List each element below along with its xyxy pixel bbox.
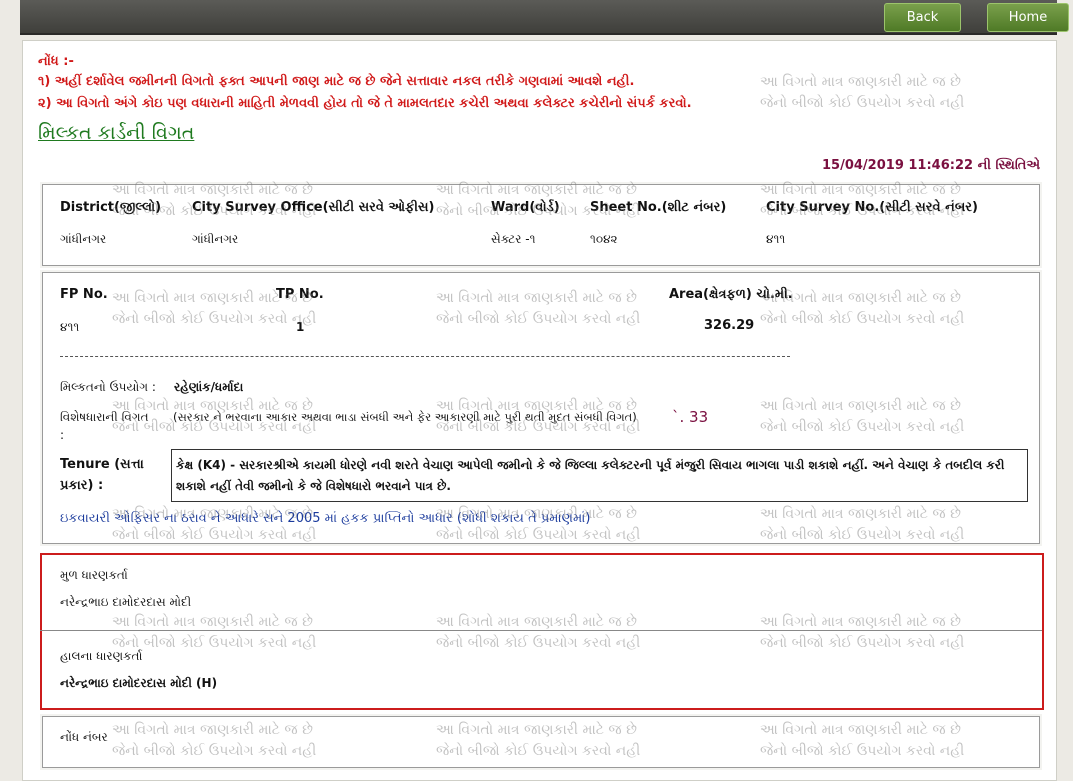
usage-label: મિલ્કતનો ઉપયોગ : (60, 380, 156, 394)
tenure-box: કેક્ષ (K4) - સરકારશ્રીએ કાયમી ધોરણે નવી … (171, 449, 1028, 502)
top-toolbar: Back Home (20, 0, 1069, 35)
fp-label: FP No. (60, 287, 108, 302)
special-colon: : (60, 428, 65, 442)
tp-label: TP No. (276, 287, 324, 302)
location-box (42, 184, 1040, 266)
special-label: વિશેષધારાની વિગત (60, 410, 149, 424)
status-timestamp: 15/04/2019 11:46:22 ની સ્થિતિએ (822, 158, 1041, 173)
notice-line-2: ૨) આ વિગતો અંગે કોઇ પણ વધારાની માહિતી મે… (38, 96, 692, 111)
home-button[interactable]: Home (987, 3, 1069, 32)
area-label: Area(ક્ષેત્રફળ) ચો.મી. (669, 287, 793, 302)
divider (60, 356, 790, 357)
notice-line-1: ૧) અહીં દર્શાવેલ જમીનની વિગતો ફક્ત આપની … (38, 74, 635, 89)
holders-divider (40, 630, 1042, 631)
page-title: મિલ્કત કાર્ડની વિગત (38, 122, 195, 144)
tp-value: 1 (296, 320, 305, 334)
district-value: ગાંધીનગર (60, 232, 107, 246)
usage-value: રહેણાંક/ધર્માદા (174, 380, 244, 394)
sheet-label: Sheet No.(શીટ નંબર) (590, 200, 727, 215)
back-button[interactable]: Back (884, 3, 961, 32)
fp-value: ૪૧૧ (60, 320, 80, 334)
current-holder-label: હાલના ધારણકર્તા (60, 649, 143, 663)
tenure-label-line-1: Tenure (સત્તા (60, 457, 144, 472)
rights-basis-link[interactable]: ઇકવાયરી ઓફિસર ના ઠરાવ ને આધારે સને 2005 … (60, 511, 590, 526)
tenure-text: કેક્ષ (K4) - સરકારશ્રીએ કાયમી ધોરણે નવી … (176, 458, 1005, 493)
notice-heading: નોંધ :- (38, 54, 74, 69)
city-survey-no-label: City Survey No.(સીટી સરવે નંબર) (766, 200, 978, 215)
city-survey-no-value: ૪૧૧ (766, 232, 786, 246)
area-value: 326.29 (704, 318, 755, 333)
current-holder-name: નરેન્દ્રભાઇ દામોદરદાસ મોદી (H) (60, 676, 218, 690)
special-description: (સરકાર ને ભરવાના આકાર અથવા ભાડા સંબધી અન… (173, 410, 637, 424)
city-survey-office-label: City Survey Office(સીટી સરવે ઓફીસ) (192, 200, 435, 215)
original-holder-label: મુળ ધારણકર્તા (60, 568, 128, 582)
tenure-label-line-2: પ્રકાર) : (60, 478, 104, 493)
original-holder-name: નરેન્દ્રભાઇ દામોદરદાસ મોદી (60, 595, 192, 609)
ward-label: Ward(વોર્ડ) (491, 200, 560, 215)
sheet-value: ૧૦૪૨ (590, 232, 618, 246)
ward-value: સેક્ટર -૧ (491, 232, 536, 246)
city-survey-office-value: ગાંધીનગર (192, 232, 239, 246)
district-label: District(જીલ્લો) (60, 200, 162, 215)
special-amount: `. 33 (672, 408, 709, 426)
note-box (42, 716, 1040, 768)
details-box (42, 272, 1040, 544)
note-label: નોંધ નંબર (60, 730, 108, 744)
